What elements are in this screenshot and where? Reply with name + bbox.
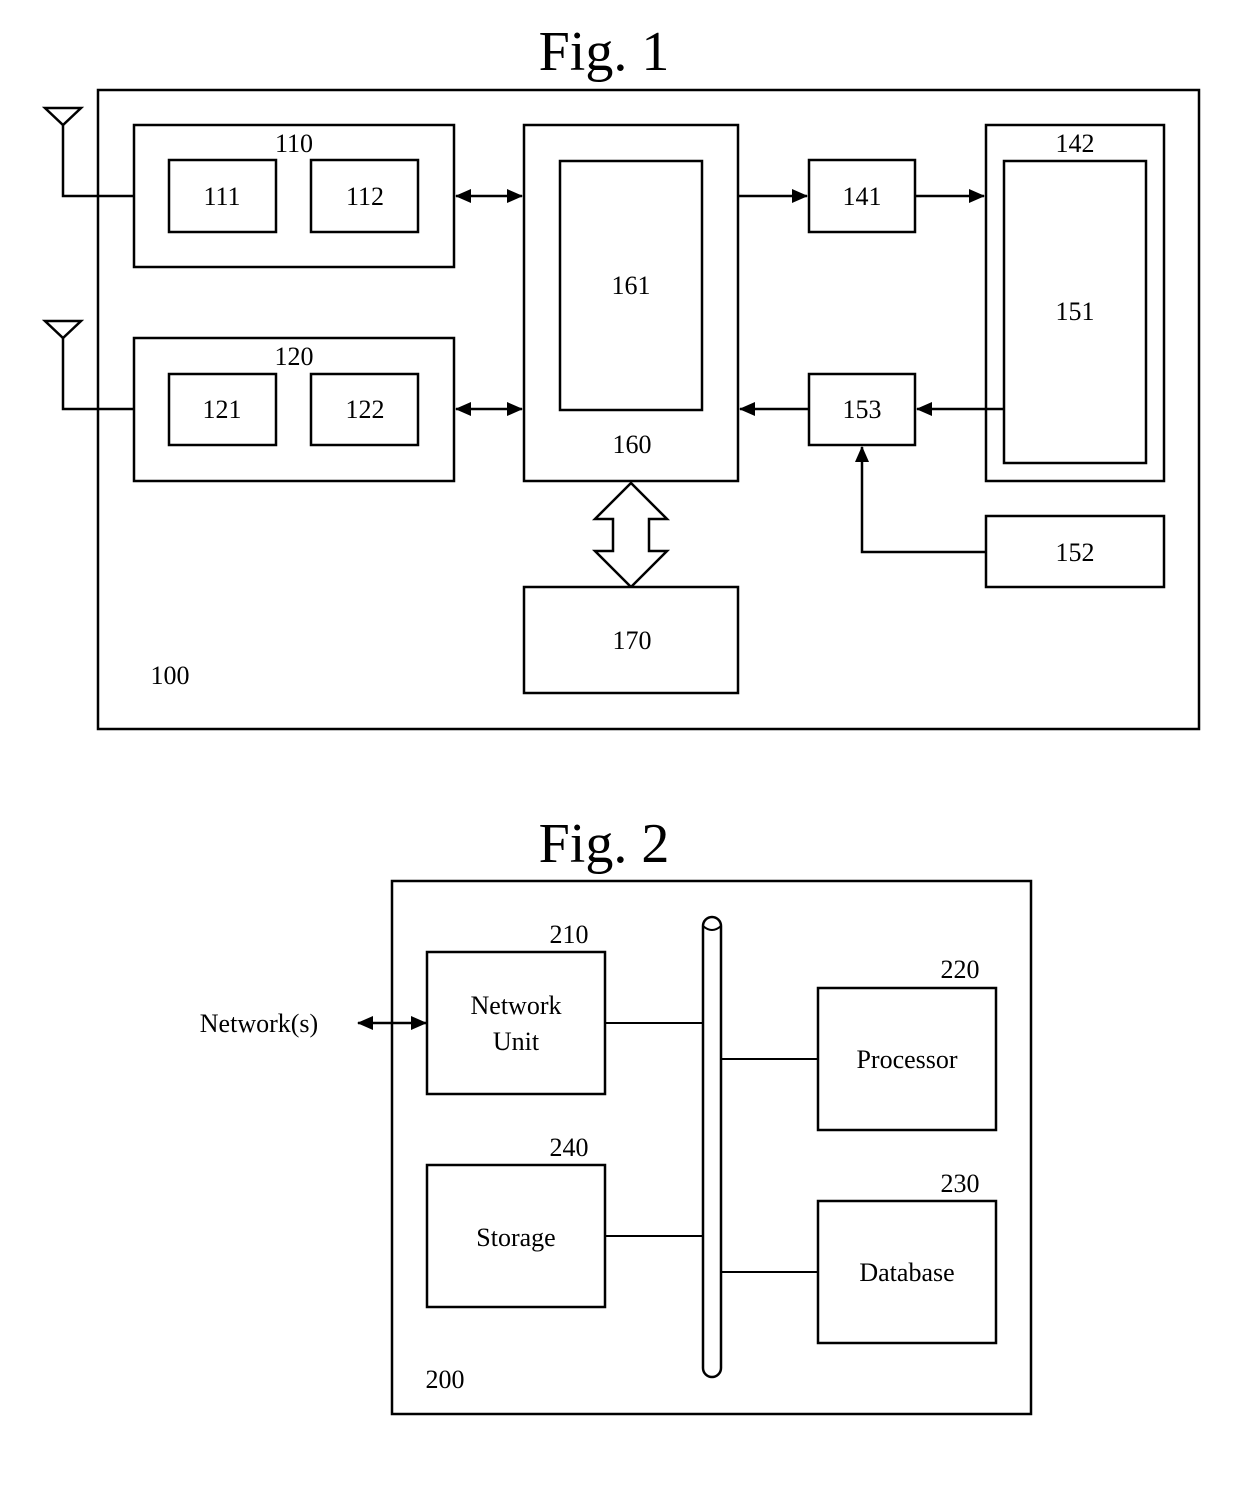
processor-label: Processor: [856, 1045, 957, 1074]
block-160-label: 160: [613, 430, 652, 459]
database-label: Database: [859, 1258, 954, 1287]
block-112-label: 112: [346, 182, 384, 211]
block-111-label: 111: [203, 182, 240, 211]
fig2-title: Fig. 2: [539, 813, 670, 875]
block-152-label: 152: [1056, 538, 1095, 567]
block-142-label: 142: [1056, 129, 1095, 158]
figure-1: Fig. 1 100 110 111 112 120 121 122 161 1…: [41, 21, 1201, 731]
block-110-label: 110: [275, 129, 313, 158]
system-200-label: 200: [426, 1365, 465, 1394]
database-ref: 230: [941, 1169, 980, 1198]
storage-ref: 240: [550, 1133, 589, 1162]
system-bus: [701, 915, 723, 1379]
block-120-label: 120: [275, 342, 314, 371]
figure-2: Fig. 2 200 Network(s) 210 Network Unit 2…: [200, 813, 1033, 1416]
network-unit-ref: 210: [550, 920, 589, 949]
block-121-label: 121: [203, 395, 242, 424]
block-122-label: 122: [346, 395, 385, 424]
block-161-label: 161: [612, 271, 651, 300]
fig1-title: Fig. 1: [539, 21, 670, 83]
storage-label: Storage: [476, 1223, 555, 1252]
patent-drawing: Fig. 1 100 110 111 112 120 121 122 161 1…: [41, 21, 1201, 1416]
block-170-label: 170: [613, 626, 652, 655]
networks-label: Network(s): [200, 1009, 318, 1038]
network-unit-label-line1: Network: [471, 991, 562, 1020]
block-153-label: 153: [843, 395, 882, 424]
block-160: 161 160: [522, 123, 740, 483]
processor-ref: 220: [941, 955, 980, 984]
network-unit-label-line2: Unit: [493, 1027, 540, 1056]
block-141-label: 141: [843, 182, 882, 211]
device-100-label: 100: [151, 661, 190, 690]
block-151-label: 151: [1056, 297, 1095, 326]
block-110: 110 111 112: [132, 123, 456, 269]
block-120: 120 121 122: [132, 336, 456, 483]
block-142: 142 151: [984, 123, 1166, 483]
